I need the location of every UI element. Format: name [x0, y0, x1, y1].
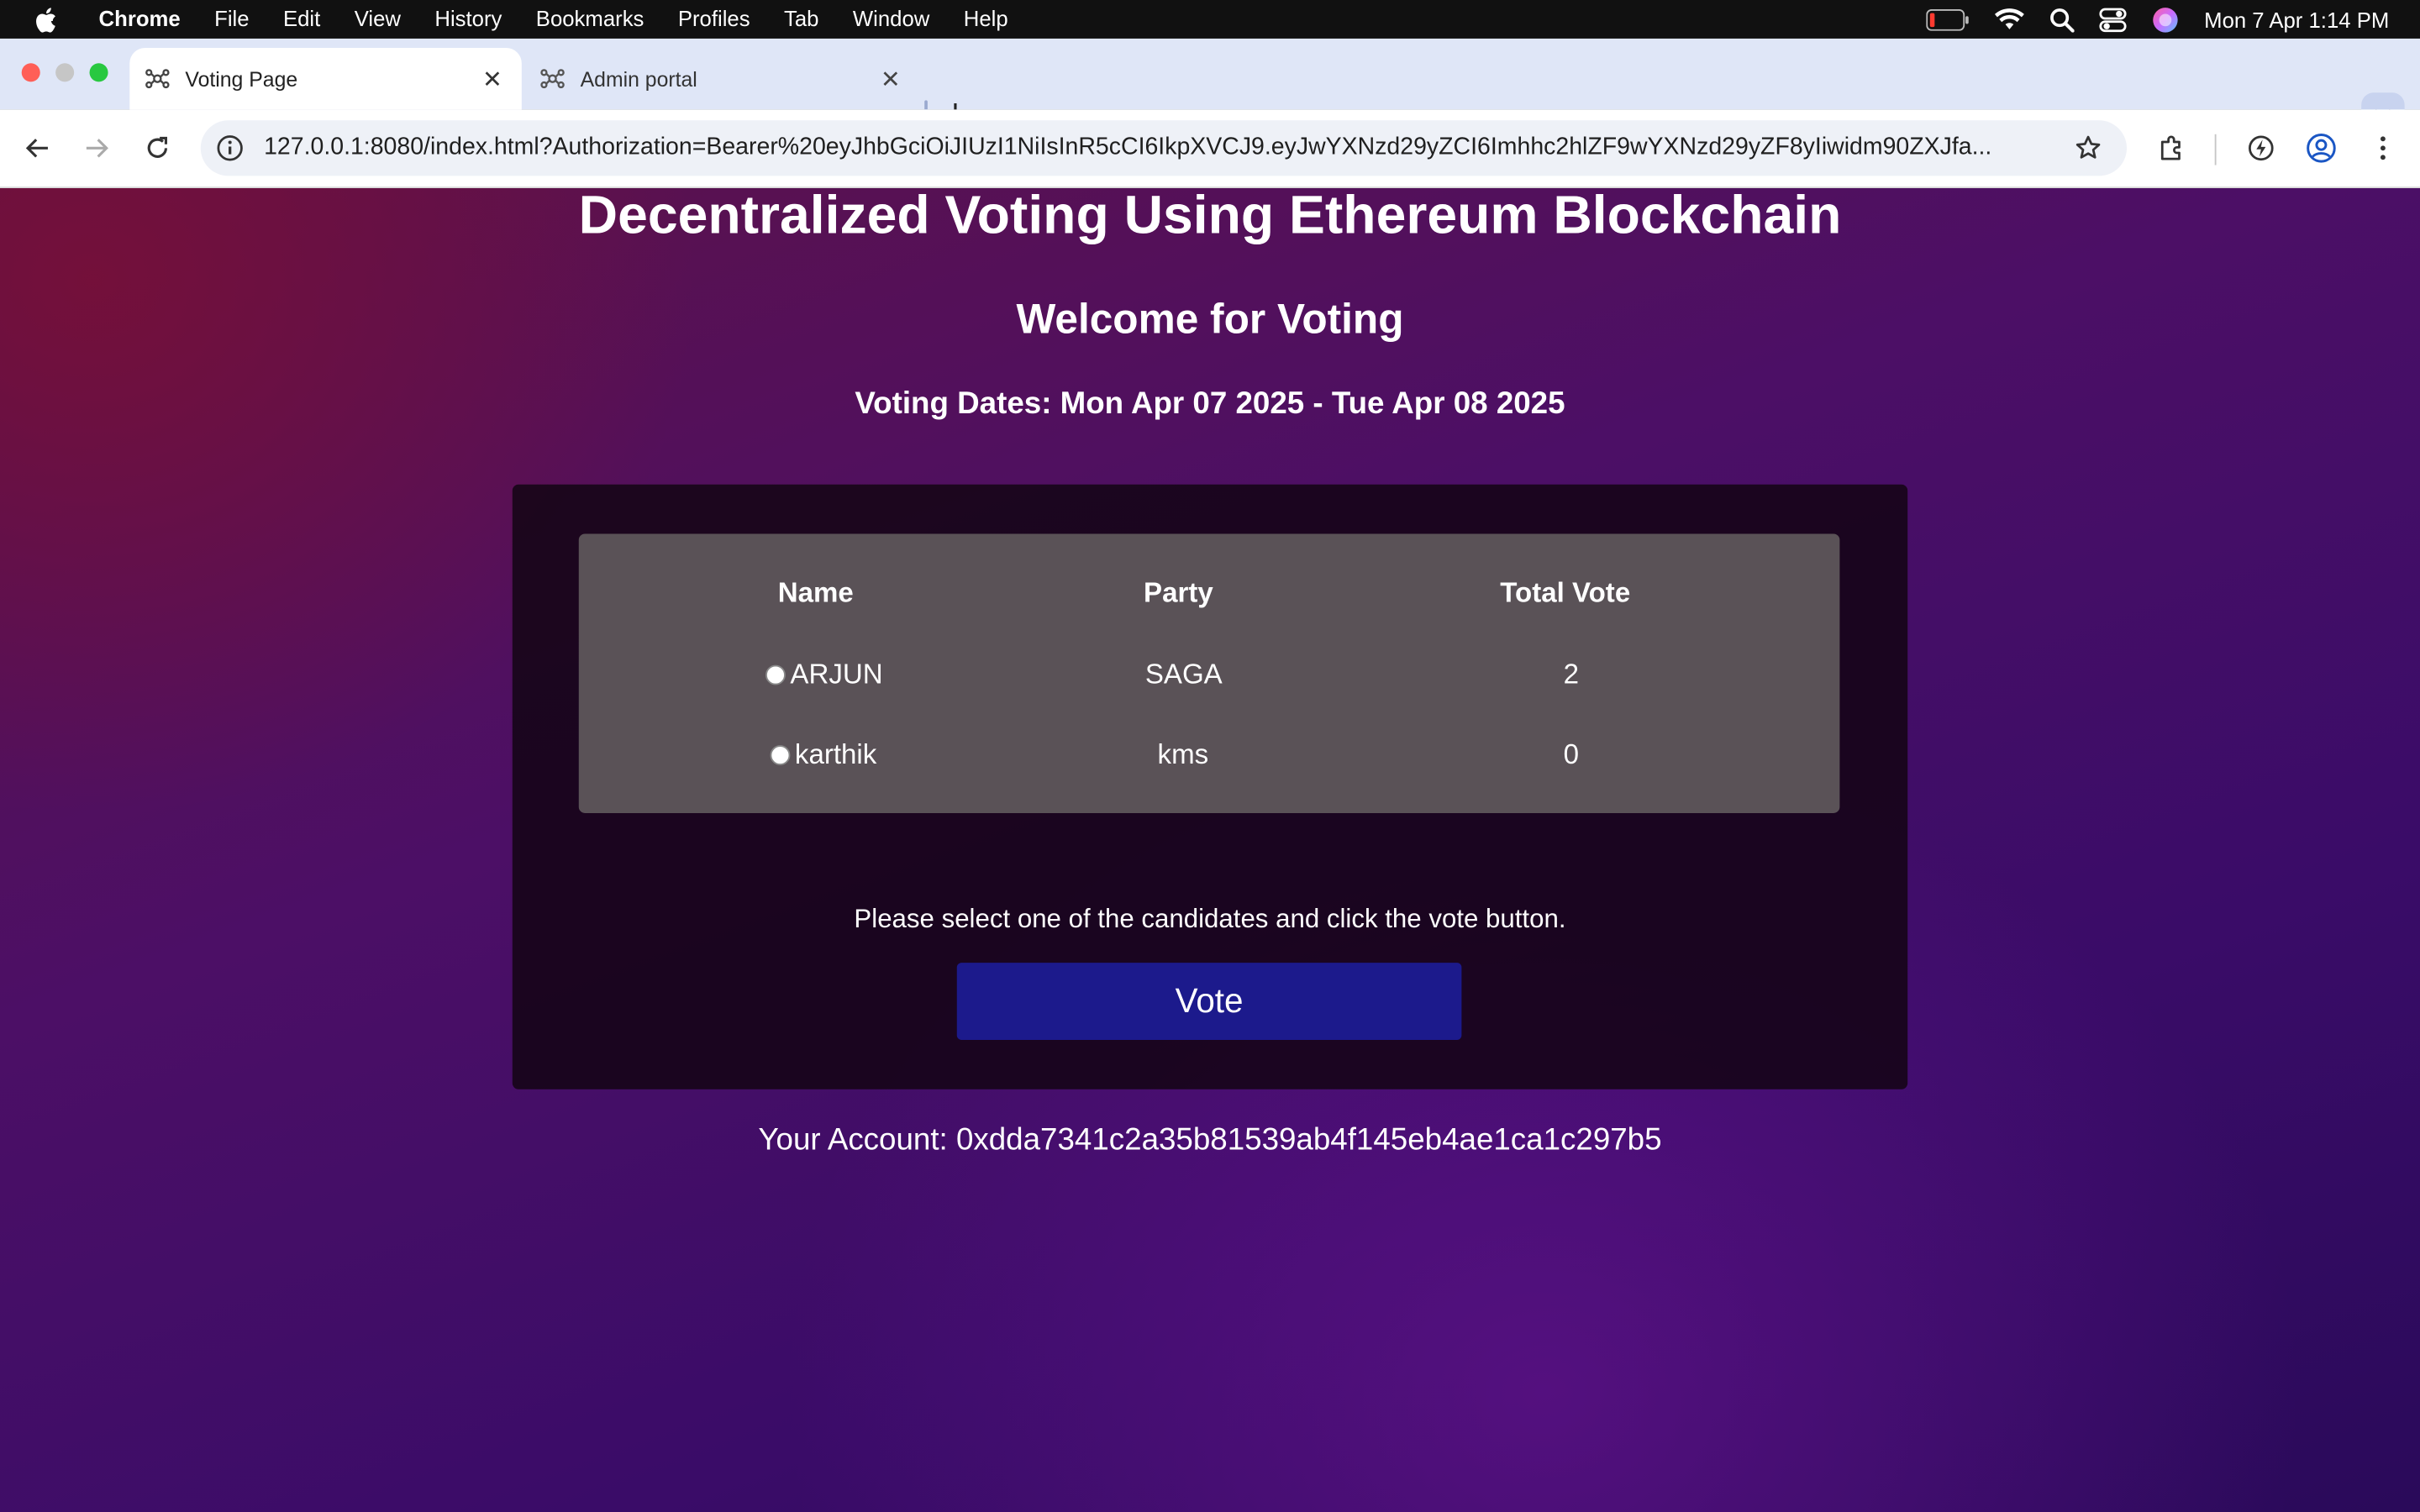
menu-edit[interactable]: Edit — [266, 0, 338, 39]
candidate-radio[interactable] — [765, 664, 786, 685]
reload-icon[interactable] — [137, 128, 177, 168]
spotlight-icon[interactable] — [2049, 7, 2075, 32]
address-bar[interactable]: 127.0.0.1:8080/index.html?Authorization=… — [200, 120, 2128, 176]
tab-voting-page[interactable]: Voting Page — [129, 47, 522, 110]
battery-icon[interactable] — [1926, 8, 1970, 30]
welcome-heading: Welcome for Voting — [1016, 296, 1404, 343]
votes-cell: 2 — [1563, 659, 1580, 690]
menu-bar-status-area: Mon 7 Apr 1:14 PM — [1926, 0, 2420, 39]
menu-bookmarks[interactable]: Bookmarks — [519, 0, 661, 39]
performance-icon[interactable] — [2241, 128, 2281, 168]
candidate-name: ARJUN — [790, 659, 883, 690]
profile-avatar-icon[interactable] — [2302, 128, 2342, 168]
apple-icon[interactable] — [29, 4, 60, 35]
tab-strip: Voting Page Admin portal — [0, 38, 2420, 136]
page-title: Decentralized Voting Using Ethereum Bloc… — [578, 188, 1842, 246]
account-address: Your Account: 0xdda7341c2a35b81539ab4f14… — [758, 1123, 1662, 1158]
menu-bar-clock[interactable]: Mon 7 Apr 1:14 PM — [2204, 7, 2389, 31]
party-cell: SAGA — [1144, 659, 1223, 690]
candidates-table: Name Party Total Vote ARJUN SAGA 2 karth… — [578, 533, 1840, 813]
window-close-button[interactable] — [21, 63, 40, 82]
voting-page: Decentralized Voting Using Ethereum Bloc… — [0, 188, 2420, 1512]
candidate-name-cell[interactable]: ARJUN — [765, 659, 883, 691]
header-total-vote: Total Vote — [1500, 576, 1631, 608]
network-favicon-icon — [540, 66, 565, 91]
menu-app-name[interactable]: Chrome — [82, 0, 197, 39]
site-info-icon[interactable] — [214, 133, 245, 164]
instruction-text: Please select one of the candidates and … — [854, 904, 1566, 934]
screenshot-root: Chrome File Edit View History Bookmarks … — [0, 0, 2420, 1512]
tab-title: Admin portal — [580, 66, 697, 91]
window-minimize-button[interactable] — [55, 63, 75, 82]
tab-title: Voting Page — [185, 66, 298, 91]
menu-window[interactable]: Window — [836, 0, 947, 39]
siri-icon[interactable] — [2152, 5, 2180, 33]
control-center-icon[interactable] — [2099, 7, 2127, 32]
menu-history[interactable]: History — [418, 0, 518, 39]
toolbar-divider — [2214, 134, 2217, 165]
menu-help[interactable]: Help — [947, 0, 1025, 39]
wifi-icon[interactable] — [1994, 8, 2025, 31]
browser-toolbar: 127.0.0.1:8080/index.html?Authorization=… — [0, 109, 2420, 189]
macos-menu-bar: Chrome File Edit View History Bookmarks … — [0, 0, 2420, 39]
voting-dates: Voting Dates: Mon Apr 07 2025 - Tue Apr … — [855, 387, 1565, 422]
party-cell: kms — [1157, 738, 1209, 770]
header-party: Party — [1144, 576, 1213, 608]
candidate-name-cell[interactable]: karthik — [770, 738, 877, 772]
menu-view[interactable]: View — [337, 0, 418, 39]
votes-cell: 0 — [1563, 738, 1580, 770]
address-bar-url[interactable]: 127.0.0.1:8080/index.html?Authorization=… — [264, 134, 2054, 162]
forward-arrow-icon[interactable] — [77, 128, 118, 168]
menu-profiles[interactable]: Profiles — [661, 0, 767, 39]
extensions-puzzle-icon[interactable] — [2151, 128, 2191, 168]
bookmark-star-icon[interactable] — [2071, 131, 2105, 165]
candidate-name: karthik — [794, 738, 877, 770]
tab-close-icon[interactable] — [476, 61, 509, 95]
menu-tab[interactable]: Tab — [767, 0, 836, 39]
voting-panel: Name Party Total Vote ARJUN SAGA 2 karth… — [512, 484, 1908, 1089]
menu-file[interactable]: File — [197, 0, 266, 39]
tab-admin-portal[interactable]: Admin portal — [524, 48, 919, 109]
tab-close-icon[interactable] — [874, 61, 908, 95]
candidate-radio[interactable] — [770, 745, 791, 766]
header-name: Name — [777, 576, 854, 608]
network-favicon-icon — [145, 66, 170, 91]
vote-button[interactable]: Vote — [956, 963, 1462, 1040]
window-zoom-button[interactable] — [89, 63, 108, 82]
chrome-menu-kebab-icon[interactable] — [2363, 128, 2403, 168]
back-arrow-icon[interactable] — [17, 128, 57, 168]
